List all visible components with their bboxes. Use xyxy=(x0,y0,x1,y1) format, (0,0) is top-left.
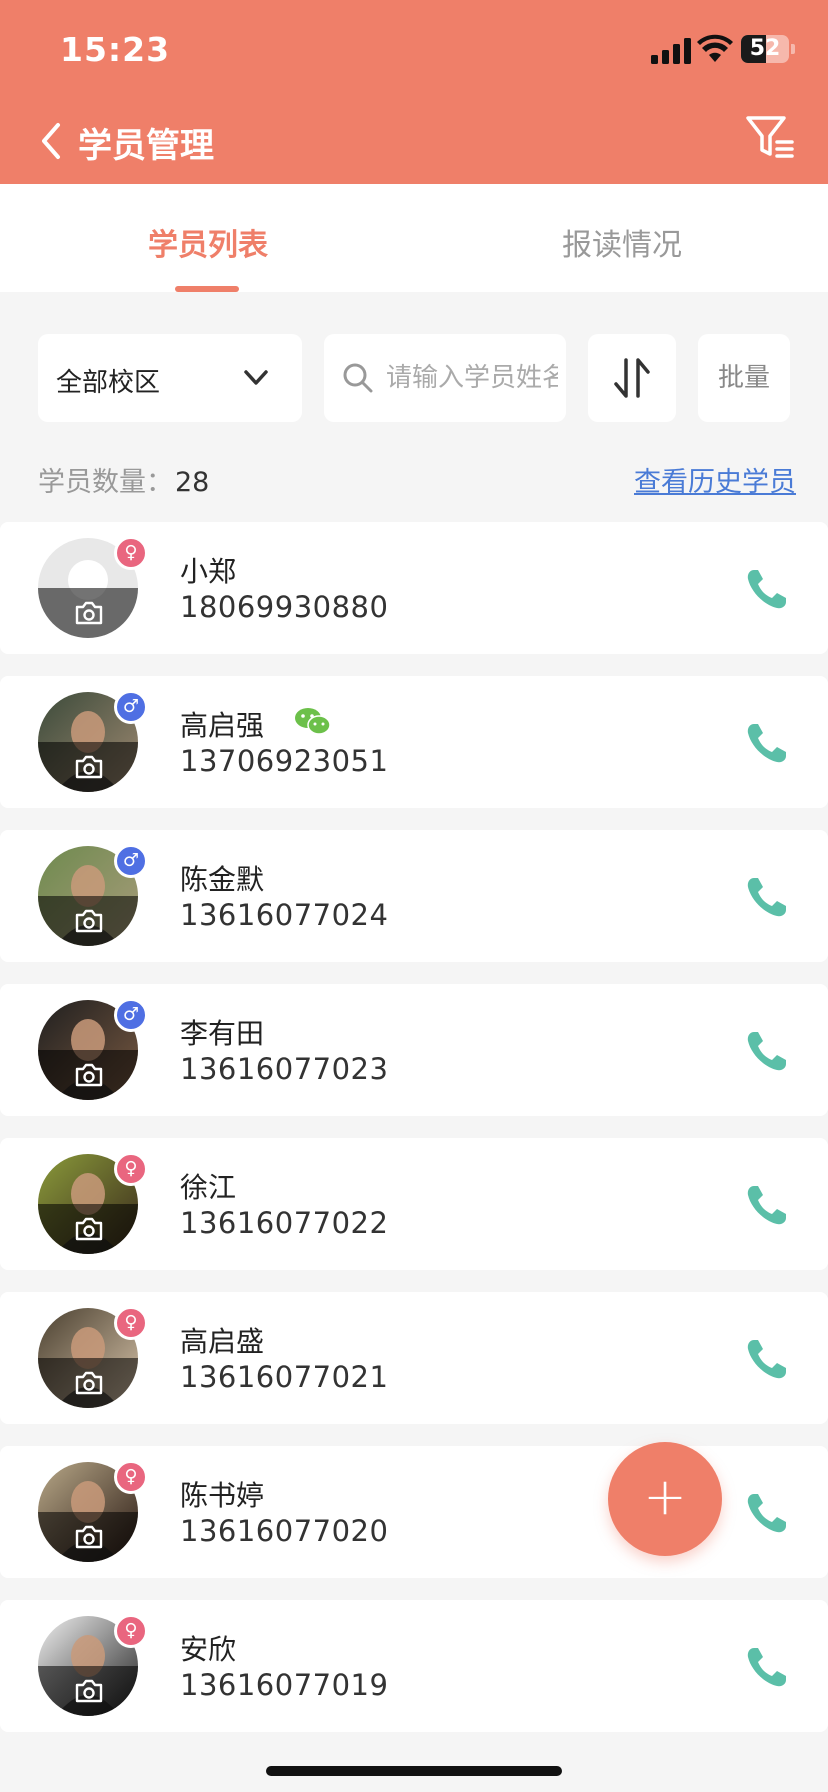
phone-call-icon[interactable] xyxy=(744,1336,790,1382)
student-row[interactable]: ♂ 高启强 13706923051 xyxy=(0,676,828,808)
student-phone: 13616077023 xyxy=(180,1052,389,1086)
tab-student-list[interactable]: 学员列表 xyxy=(148,220,268,264)
student-name: 李有田 xyxy=(180,1017,265,1050)
page-title: 学员管理 xyxy=(78,126,214,166)
filter-icon[interactable] xyxy=(744,112,796,162)
sort-icon xyxy=(614,358,650,398)
phone-call-icon[interactable] xyxy=(744,1644,790,1690)
camera-icon[interactable] xyxy=(74,908,104,934)
student-phone: 13706923051 xyxy=(180,744,389,778)
search-icon xyxy=(343,363,373,393)
female-icon: ♀ xyxy=(114,536,148,570)
camera-icon[interactable] xyxy=(74,1216,104,1242)
battery-nub xyxy=(791,44,795,54)
tab-bar: 学员列表 报读情况 xyxy=(0,184,828,292)
student-avatar[interactable]: ♀ xyxy=(38,536,148,638)
add-student-button[interactable]: + xyxy=(608,1442,722,1556)
phone-call-icon[interactable] xyxy=(744,874,790,920)
student-search-input[interactable] xyxy=(386,334,558,422)
search-box[interactable] xyxy=(324,334,566,422)
female-icon: ♀ xyxy=(114,1460,148,1494)
student-avatar[interactable]: ♀ xyxy=(38,1614,148,1716)
back-button[interactable] xyxy=(30,116,70,166)
male-icon: ♂ xyxy=(114,998,148,1032)
active-tab-indicator xyxy=(175,286,239,292)
phone-call-icon[interactable] xyxy=(744,566,790,612)
student-row[interactable]: ♂ 陈金默 13616077024 xyxy=(0,830,828,962)
student-phone: 18069930880 xyxy=(180,590,389,624)
student-name: 小郑 xyxy=(180,555,237,588)
phone-call-icon[interactable] xyxy=(744,1490,790,1536)
student-count-label: 学员数量： xyxy=(38,467,173,498)
student-avatar[interactable]: ♀ xyxy=(38,1152,148,1254)
battery-level: 52 xyxy=(749,36,781,61)
tab-enrollment-status[interactable]: 报读情况 xyxy=(562,220,682,264)
student-name: 陈金默 xyxy=(180,863,265,896)
wechat-icon xyxy=(295,708,331,735)
female-icon: ♀ xyxy=(114,1614,148,1648)
student-row[interactable]: ♀ 高启盛 13616077021 xyxy=(0,1292,828,1424)
female-icon: ♀ xyxy=(114,1152,148,1186)
student-name: 高启强 xyxy=(180,709,265,742)
status-time: 15:23 xyxy=(60,30,171,69)
student-name: 陈书婷 xyxy=(180,1479,265,1512)
student-row[interactable]: ♀ 小郑 18069930880 xyxy=(0,522,828,654)
phone-call-icon[interactable] xyxy=(744,1028,790,1074)
student-count-value: 28 xyxy=(175,467,210,498)
student-avatar[interactable]: ♀ xyxy=(38,1460,148,1562)
chevron-left-icon xyxy=(42,123,60,159)
phone-call-icon[interactable] xyxy=(744,720,790,766)
camera-icon[interactable] xyxy=(74,754,104,780)
history-students-link[interactable]: 查看历史学员 xyxy=(634,460,796,499)
sort-button[interactable] xyxy=(588,334,676,422)
student-avatar[interactable]: ♀ xyxy=(38,1306,148,1408)
student-avatar[interactable]: ♂ xyxy=(38,690,148,792)
batch-button[interactable]: 批量 xyxy=(698,334,790,422)
campus-selected-value: 全部校区 xyxy=(56,368,161,398)
student-phone: 13616077020 xyxy=(180,1514,389,1548)
student-name: 高启盛 xyxy=(180,1325,265,1358)
status-bar: 15:23 52 xyxy=(0,0,828,96)
campus-dropdown[interactable]: 全部校区 xyxy=(38,334,302,422)
student-count: 学员数量：28 xyxy=(38,460,209,499)
student-phone: 13616077024 xyxy=(180,898,389,932)
student-phone: 13616077019 xyxy=(180,1668,389,1702)
female-icon: ♀ xyxy=(114,1306,148,1340)
phone-call-icon[interactable] xyxy=(744,1182,790,1228)
student-avatar[interactable]: ♂ xyxy=(38,844,148,946)
camera-icon[interactable] xyxy=(74,1524,104,1550)
student-row[interactable]: ♀ 安欣 13616077019 xyxy=(0,1600,828,1732)
battery-icon: 52 xyxy=(741,35,789,63)
home-indicator xyxy=(266,1766,562,1776)
camera-icon[interactable] xyxy=(74,1678,104,1704)
student-avatar[interactable]: ♂ xyxy=(38,998,148,1100)
student-name: 安欣 xyxy=(180,1633,237,1666)
student-row[interactable]: ♀ 徐江 13616077022 xyxy=(0,1138,828,1270)
student-phone: 13616077022 xyxy=(180,1206,389,1240)
wifi-icon xyxy=(697,34,733,62)
cellular-signal-icon xyxy=(651,38,691,64)
male-icon: ♂ xyxy=(114,844,148,878)
student-row[interactable]: ♂ 李有田 13616077023 xyxy=(0,984,828,1116)
app-header: 15:23 52 学员管理 xyxy=(0,0,828,184)
student-name: 徐江 xyxy=(180,1171,237,1204)
camera-icon[interactable] xyxy=(74,600,104,626)
male-icon: ♂ xyxy=(114,690,148,724)
student-phone: 13616077021 xyxy=(180,1360,389,1394)
camera-icon[interactable] xyxy=(74,1062,104,1088)
chevron-down-icon xyxy=(244,370,268,385)
camera-icon[interactable] xyxy=(74,1370,104,1396)
